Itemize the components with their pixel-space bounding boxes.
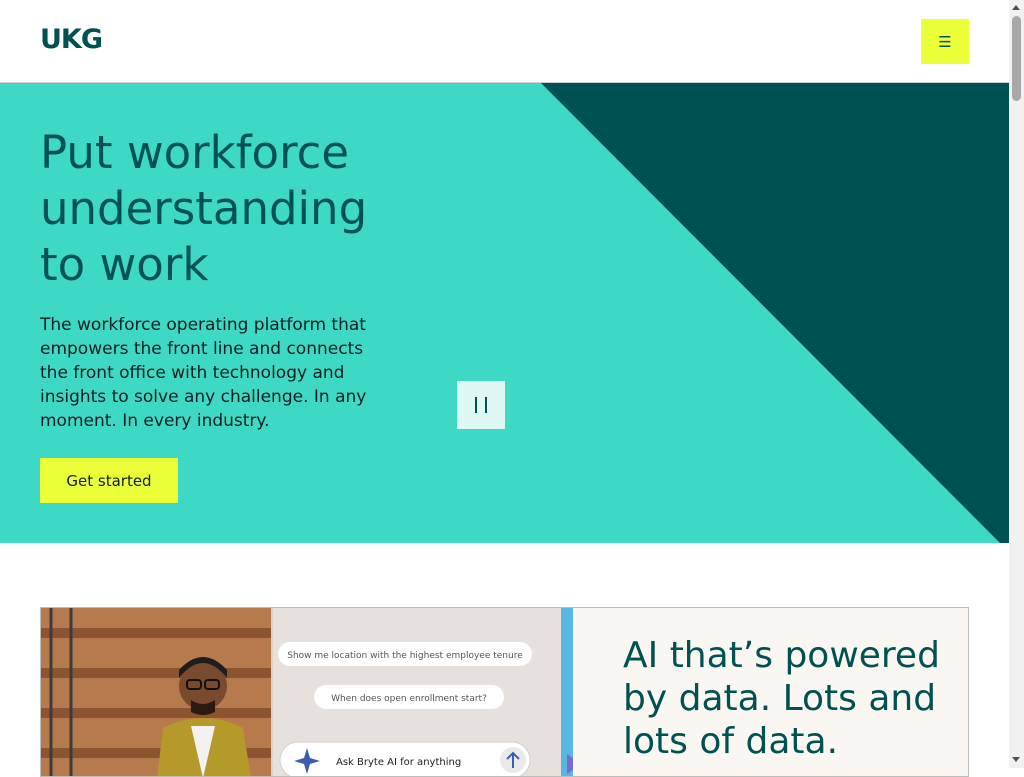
ai-feature-title: AI that’s powered by data. Lots and lots… bbox=[623, 635, 940, 762]
scroll-up-icon[interactable] bbox=[1012, 5, 1020, 10]
hero-title: Put workforce understanding to work bbox=[40, 126, 368, 291]
chat-bubble: Show me location with the highest employ… bbox=[287, 651, 523, 661]
site-header: UKG ☰ bbox=[0, 0, 1009, 83]
page-scrollbar[interactable] bbox=[1009, 0, 1024, 768]
ai-feature-card: Show me location with the highest employ… bbox=[40, 607, 969, 777]
chat-bubble: When does open enrollment start? bbox=[331, 694, 487, 704]
arrow-up-icon bbox=[500, 747, 526, 773]
ai-prompt-placeholder: Ask Bryte AI for anything bbox=[336, 757, 461, 768]
menu-button[interactable]: ☰ bbox=[921, 19, 969, 64]
pause-icon bbox=[471, 397, 491, 413]
scrollbar-thumb[interactable] bbox=[1012, 16, 1021, 101]
scroll-down-icon[interactable] bbox=[1012, 757, 1020, 762]
hero-section: Put workforce understanding to work The … bbox=[0, 83, 1009, 543]
hero-description: The workforce operating platform that em… bbox=[40, 315, 367, 431]
ukg-logo[interactable]: UKG bbox=[40, 23, 106, 53]
ai-feature-illustration: Show me location with the highest employ… bbox=[41, 608, 573, 776]
hamburger-icon: ☰ bbox=[938, 32, 952, 51]
svg-text:UKG: UKG bbox=[40, 24, 102, 53]
get-started-button[interactable]: Get started bbox=[40, 458, 178, 503]
ai-feature-image: Show me location with the highest employ… bbox=[41, 608, 573, 776]
carousel-pause-button[interactable] bbox=[457, 381, 505, 429]
